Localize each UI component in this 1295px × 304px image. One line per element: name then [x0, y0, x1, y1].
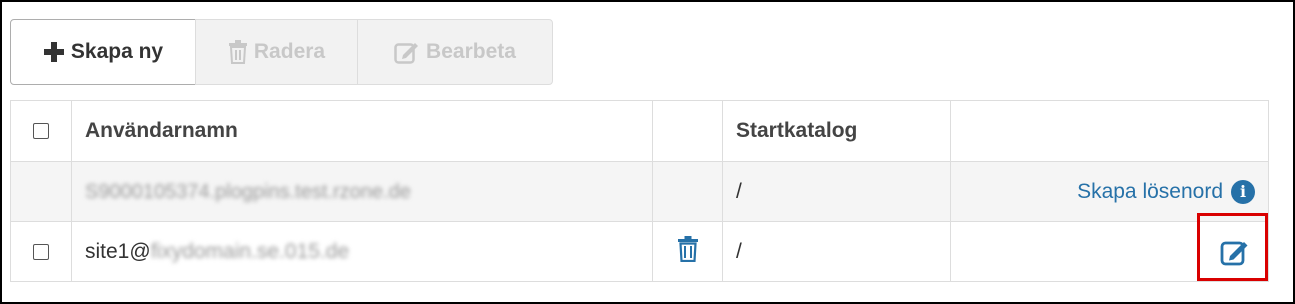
info-icon[interactable]: i: [1231, 179, 1255, 204]
edit-button-label: Bearbeta: [426, 40, 516, 63]
edit-button[interactable]: Bearbeta: [357, 19, 553, 85]
username-blurred: S9000105374.plogpins.test.rzone.de: [85, 180, 411, 203]
row-delete-button[interactable]: [677, 235, 699, 262]
create-password-label: Skapa lösenord: [1077, 179, 1223, 203]
create-button[interactable]: Skapa ny: [10, 19, 196, 85]
table-header-row: Användarnamn Startkatalog: [10, 100, 1269, 162]
username-prefix: site1@: [85, 239, 151, 263]
row-edit-button[interactable]: [1220, 238, 1250, 266]
plus-icon: [43, 42, 64, 62]
toolbar: Skapa ny Radera Bearbeta: [10, 19, 553, 85]
table-row: site1@fixydomain.se.015.de /: [10, 221, 1269, 282]
trash-icon: [677, 235, 698, 262]
delete-button[interactable]: Radera: [195, 19, 358, 85]
trash-icon: [228, 40, 247, 64]
delete-button-label: Radera: [253, 40, 326, 63]
row-checkbox-cell: [10, 221, 72, 282]
delete-column-header: [652, 100, 723, 162]
home-dir-cell: /: [722, 221, 951, 282]
actions-header: [950, 100, 1269, 162]
table-row: S9000105374.plogpins.test.rzone.de / Ska…: [10, 161, 1269, 222]
row-delete-cell: [652, 161, 723, 222]
home-dir-cell: /: [722, 161, 951, 222]
username-cell: S9000105374.plogpins.test.rzone.de: [71, 161, 653, 222]
select-all-checkbox[interactable]: [33, 123, 49, 140]
username-header[interactable]: Användarnamn: [71, 100, 653, 162]
create-password-link[interactable]: Skapa lösenord i: [1077, 179, 1255, 204]
username-cell: site1@fixydomain.se.015.de: [71, 221, 653, 282]
row-checkbox-cell: [10, 161, 72, 222]
create-button-label: Skapa ny: [70, 40, 164, 63]
users-table: Användarnamn Startkatalog S9000105374.pl…: [10, 100, 1269, 282]
home-dir-header[interactable]: Startkatalog: [722, 100, 951, 162]
row-delete-cell: [652, 221, 723, 282]
username-blurred: fixydomain.se.015.de: [150, 239, 350, 263]
edit-icon: [1220, 241, 1248, 266]
select-all-cell: [10, 100, 72, 162]
edit-icon: [394, 43, 419, 64]
row-checkbox[interactable]: [33, 243, 49, 260]
